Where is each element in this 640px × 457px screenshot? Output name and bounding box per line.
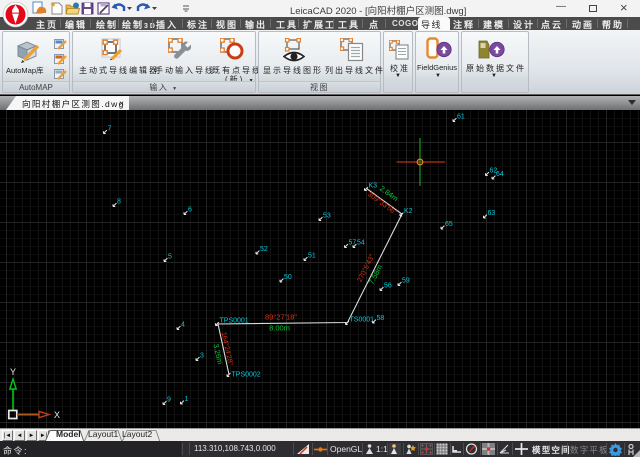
svg-text:5: 5 [168, 254, 172, 261]
svg-text:65: 65 [445, 221, 453, 228]
svg-text:3: 3 [200, 353, 204, 360]
svg-text:59: 59 [402, 278, 410, 285]
svg-text:54: 54 [357, 240, 365, 247]
svg-text:7: 7 [108, 126, 112, 133]
svg-text:9: 9 [167, 397, 171, 404]
svg-text:52: 52 [260, 246, 268, 253]
svg-text:1: 1 [185, 396, 189, 403]
svg-text:8: 8 [117, 199, 121, 206]
svg-text:64: 64 [496, 171, 504, 178]
svg-text:63: 63 [488, 210, 496, 217]
svg-text:50: 50 [284, 274, 292, 281]
svg-text:6: 6 [188, 207, 192, 214]
svg-text:58: 58 [377, 315, 385, 322]
svg-text:K3: K3 [369, 183, 378, 190]
svg-text:Y: Y [10, 367, 16, 377]
svg-text:K2: K2 [404, 208, 413, 215]
svg-text:61: 61 [457, 114, 465, 121]
svg-text:51: 51 [308, 253, 316, 260]
svg-text:89°27'18": 89°27'18" [265, 313, 297, 322]
svg-text:TPS0002: TPS0002 [232, 372, 261, 379]
svg-text:8.00m: 8.00m [269, 324, 290, 333]
svg-text:X: X [54, 410, 60, 420]
svg-text:TPS0001: TPS0001 [220, 318, 249, 325]
svg-text:4: 4 [181, 322, 185, 329]
svg-text:56: 56 [384, 283, 392, 290]
svg-text:TS0001: TS0001 [350, 317, 375, 324]
svg-text:53: 53 [323, 213, 331, 220]
